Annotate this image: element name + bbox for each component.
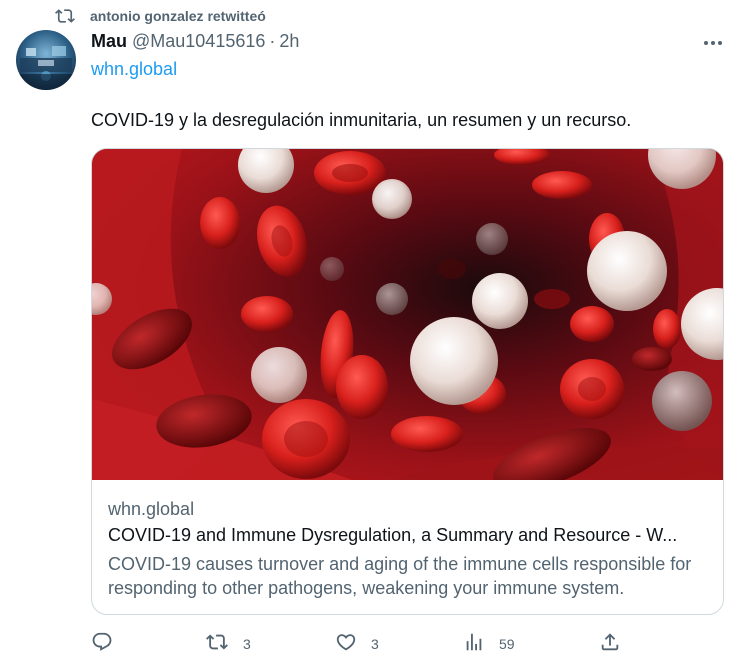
more-options-icon[interactable] <box>700 34 726 52</box>
avatar[interactable] <box>16 30 76 90</box>
views-count: 59 <box>499 636 515 652</box>
tweet-header: Mau @Mau10415616 · 2h <box>91 31 299 55</box>
retweet-icon <box>205 631 229 658</box>
views-icon <box>463 631 485 658</box>
separator-dot: · <box>269 31 276 51</box>
heart-icon <box>335 631 357 658</box>
author-handle[interactable]: @Mau10415616 <box>132 31 265 52</box>
retweet-header: antonio gonzalez retwitteó <box>54 6 266 26</box>
retweet-icon <box>54 6 76 26</box>
tweet-text: COVID-19 y la desregulación inmunitaria,… <box>91 110 632 130</box>
retweet-button[interactable]: 3 <box>205 630 251 658</box>
retweet-count: 3 <box>243 636 251 652</box>
link-card[interactable]: whn.global COVID-19 and Immune Dysregula… <box>91 148 724 615</box>
views-button[interactable]: 59 <box>463 630 515 658</box>
card-title: COVID-19 and Immune Dysregulation, a Sum… <box>108 525 678 545</box>
card-description: COVID-19 causes turnover and aging of th… <box>108 554 692 598</box>
retweet-label[interactable]: antonio gonzalez retwitteó <box>90 8 266 24</box>
tweet-link[interactable]: whn.global <box>91 59 177 80</box>
tweet[interactable]: antonio gonzalez retwitteó Mau @Mau10415… <box>0 0 756 670</box>
share-button[interactable] <box>599 630 621 658</box>
card-domain: whn.global <box>108 499 195 519</box>
reply-icon <box>91 631 113 658</box>
tweet-actions: 3 3 59 <box>91 630 731 658</box>
timestamp[interactable]: 2h <box>279 31 299 52</box>
share-icon <box>599 631 621 658</box>
like-count: 3 <box>371 636 379 652</box>
like-button[interactable]: 3 <box>335 630 379 658</box>
author-name[interactable]: Mau <box>91 31 127 52</box>
card-image[interactable] <box>92 149 723 490</box>
reply-button[interactable] <box>91 630 127 658</box>
